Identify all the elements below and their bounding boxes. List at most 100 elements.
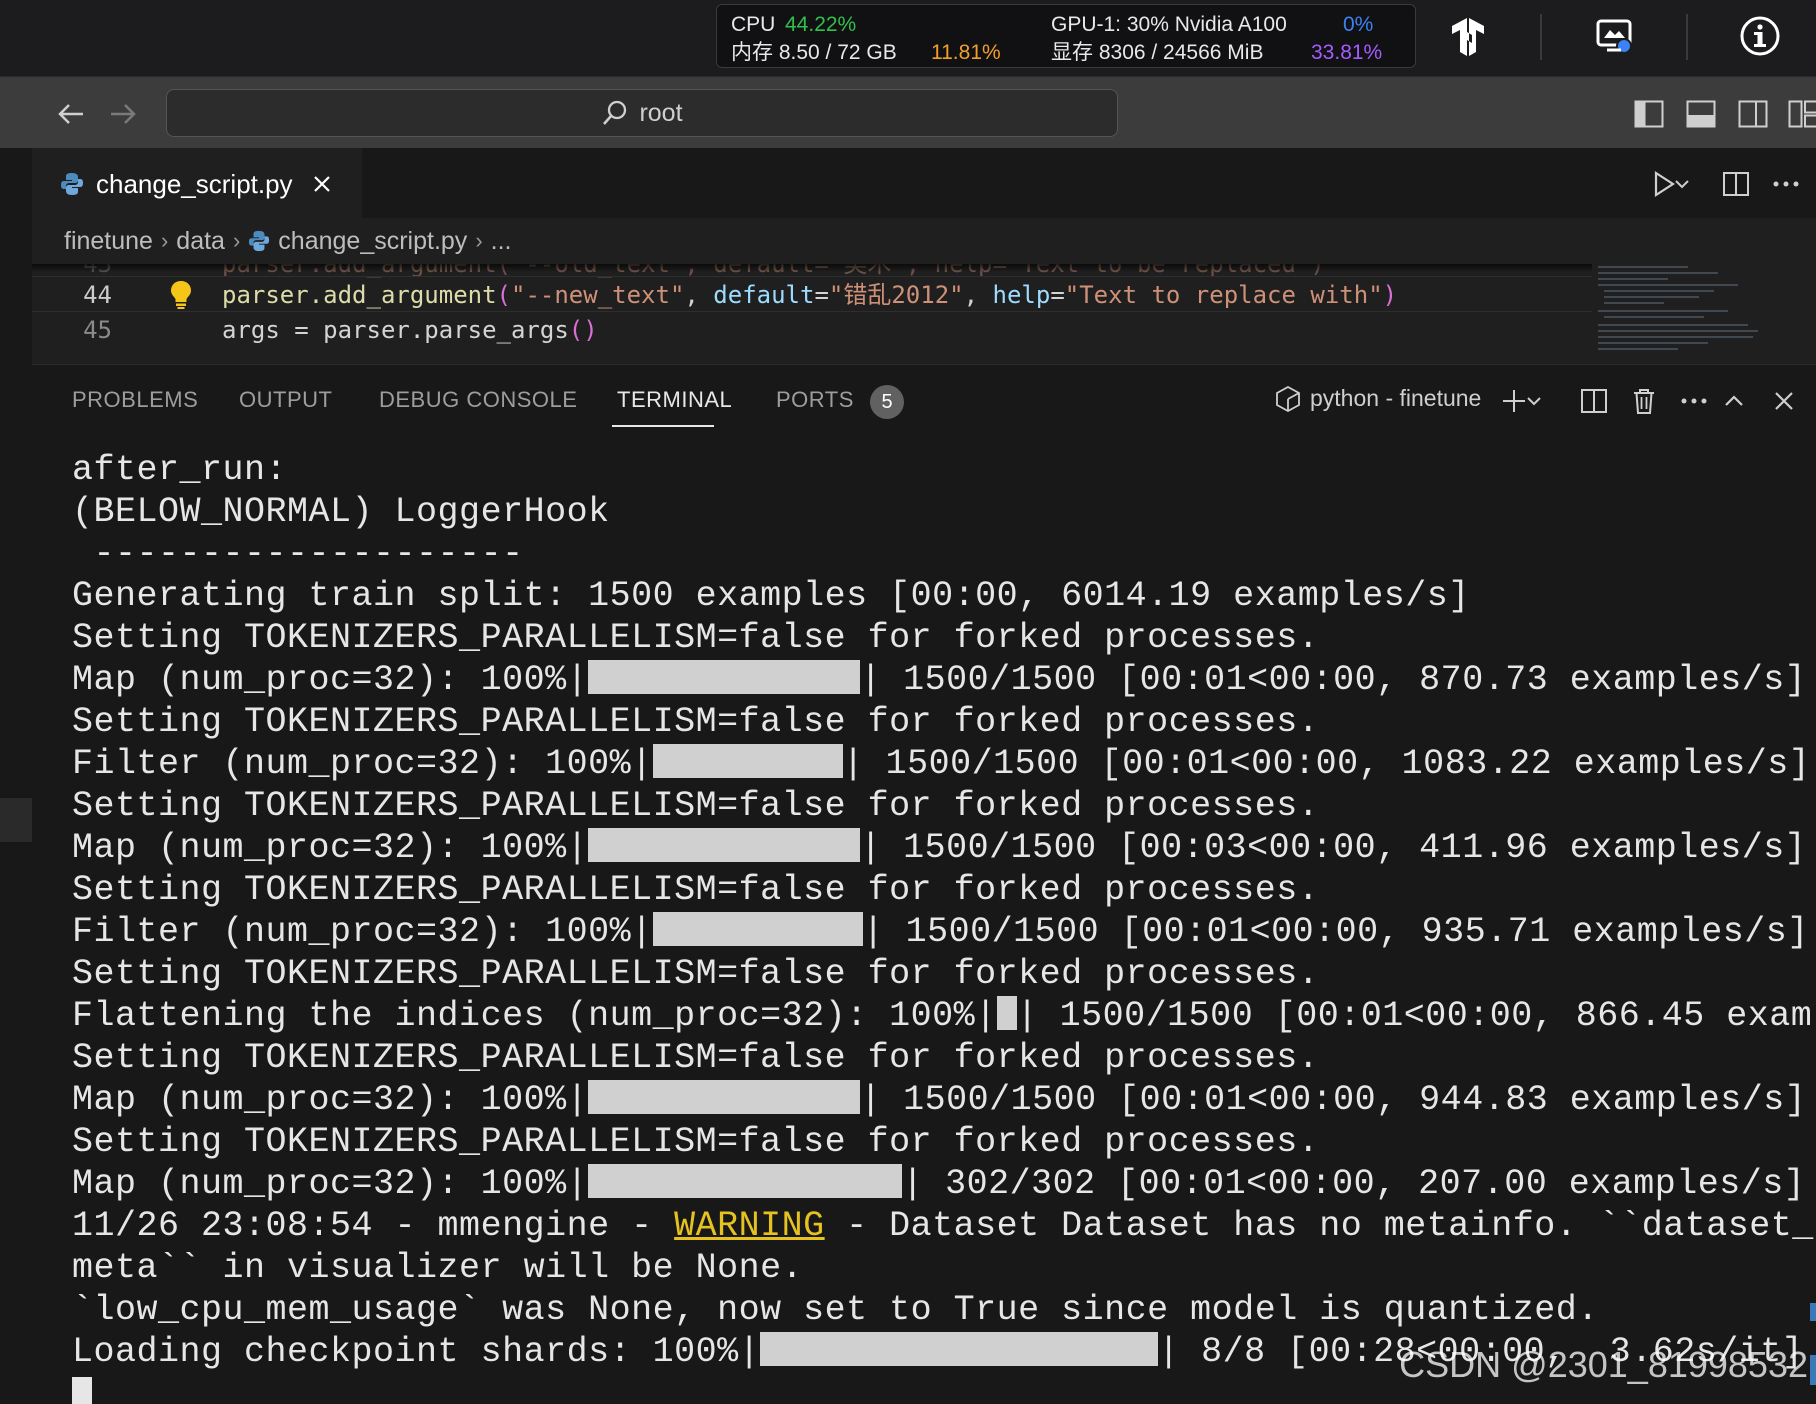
code-line-44: 44 parser.add_argument("--new_text", def… <box>32 276 1592 312</box>
terminal-selector[interactable]: python - finetune <box>1276 385 1481 412</box>
progress-line: Map (num_proc=32): 100%| | 1500/1500 [00:… <box>72 660 1807 700</box>
tab-terminal[interactable]: TERMINAL <box>617 387 732 413</box>
scrollbar-marker <box>1810 1303 1816 1321</box>
tab-ports[interactable]: PORTS <box>776 387 854 413</box>
menu-separator <box>1540 14 1542 60</box>
breadcrumb-item-symbols[interactable]: ... <box>491 227 512 256</box>
terminal-line: Setting TOKENIZERS_PARALLELISM=false for… <box>72 786 1320 826</box>
gpu-label: GPU-1: 30% Nvidia A100 <box>1051 13 1287 36</box>
minimap-line <box>1598 348 1678 350</box>
terminal-line: Setting TOKENIZERS_PARALLELISM=false for… <box>72 1122 1320 1162</box>
menu-separator <box>1686 14 1688 60</box>
terminal-line: Setting TOKENIZERS_PARALLELISM=false for… <box>72 1038 1320 1078</box>
panel-more-actions-icon[interactable] <box>1676 383 1712 419</box>
editor-scroll-shadow <box>32 264 1592 272</box>
close-panel-icon[interactable] <box>1766 383 1802 419</box>
back-arrow-icon[interactable] <box>54 97 88 131</box>
active-tab-indicator <box>612 425 714 427</box>
terminal-shell-icon <box>1276 385 1300 412</box>
minimap-line <box>1598 284 1738 286</box>
progress-bar <box>588 828 861 862</box>
maximize-panel-chevron-up-icon[interactable] <box>1716 383 1752 419</box>
progress-bar <box>652 912 863 946</box>
toggle-secondary-sidebar-icon[interactable] <box>1736 97 1770 131</box>
more-actions-icon[interactable] <box>1768 166 1804 202</box>
chevron-right-icon: › <box>232 228 241 253</box>
python-file-icon <box>249 230 270 252</box>
terminal-cursor <box>72 1377 92 1404</box>
progress-line: Filter (num_proc=32): 100%| | 1500/1500 [… <box>72 912 1809 952</box>
line-number: 45 <box>83 316 112 344</box>
tab-output[interactable]: OUTPUT <box>239 387 332 413</box>
sidebar-selection-hint <box>0 798 32 842</box>
toggle-panel-icon[interactable] <box>1684 97 1718 131</box>
breadcrumb-item-data[interactable]: data <box>176 227 225 256</box>
minimap-line <box>1598 310 1728 312</box>
panel-tab-bar: PROBLEMS OUTPUT DEBUG CONSOLE TERMINAL P… <box>32 365 1816 439</box>
progress-line: Map (num_proc=32): 100%| | 1500/1500 [00:… <box>72 1080 1807 1120</box>
warning-line: 11/26 23:08:54 - mmengine - WARNING - Da… <box>72 1206 1814 1246</box>
vram-value: 33.81% <box>1311 41 1383 64</box>
mem-value: 11.81% <box>931 41 1001 64</box>
code-line-45: 45 args = parser.parse_args() <box>32 312 1592 348</box>
progress-bar <box>588 1080 861 1114</box>
run-options-chevron-down-icon[interactable] <box>1670 166 1694 202</box>
tab-filename: change_script.py <box>96 168 293 199</box>
progress-line: Flattening the indices (num_proc=32): 10… <box>72 996 1813 1036</box>
minimap-line <box>1598 266 1688 268</box>
terminal-line: Generating train split: 1500 examples [0… <box>72 576 1470 616</box>
cpu-label: CPU <box>731 13 776 36</box>
minimap-line <box>1604 316 1704 318</box>
remote-desktop-icon[interactable] <box>1592 14 1636 58</box>
terminal-name: python - finetune <box>1310 385 1482 411</box>
customize-layout-icon[interactable] <box>1786 97 1816 131</box>
progress-line: Map (num_proc=32): 100%| | 1500/1500 [00:… <box>72 828 1807 868</box>
mem-label: 内存 8.50 / 72 GB <box>731 41 897 64</box>
info-icon[interactable] <box>1738 14 1782 58</box>
tab-change-script[interactable]: change_script.py <box>32 148 362 218</box>
minimap-line <box>1598 342 1708 344</box>
tab-debug-console[interactable]: DEBUG CONSOLE <box>379 387 577 413</box>
progress-bar <box>996 996 1017 1030</box>
title-bar: root <box>0 76 1816 148</box>
code-text: args = parser.parse_args() <box>222 316 598 344</box>
resource-monitor[interactable]: CPU 44.22% GPU-1: 30% Nvidia A100 0% 内存 … <box>716 4 1416 68</box>
minimap-line <box>1598 330 1758 332</box>
close-tab-icon[interactable] <box>311 173 333 195</box>
terminal-line: meta`` in visualizer will be None. <box>72 1248 804 1288</box>
terminal-line: Setting TOKENIZERS_PARALLELISM=false for… <box>72 870 1320 910</box>
trash-icon[interactable] <box>1626 383 1662 419</box>
minimap-line <box>1598 324 1748 326</box>
minimap-line <box>1604 290 1714 292</box>
chevron-right-icon: › <box>160 228 169 253</box>
tensorflow-icon[interactable] <box>1446 14 1490 58</box>
terminal-line: Setting TOKENIZERS_PARALLELISM=false for… <box>72 954 1320 994</box>
lightbulb-icon[interactable] <box>170 280 194 310</box>
code-text: parser.add_argument("--new_text", defaul… <box>222 281 1398 309</box>
terminal-output[interactable]: after_run: (BELOW_NORMAL) LoggerHook ---… <box>72 439 1816 1404</box>
activity-bar <box>0 148 32 1404</box>
breadcrumb-item-file[interactable]: change_script.py <box>278 227 467 256</box>
cpu-value: 44.22% <box>785 13 857 36</box>
breadcrumb: finetune › data › change_script.py › ... <box>32 218 1816 264</box>
progress-bar <box>760 1332 1159 1366</box>
minimap-line <box>1604 296 1699 298</box>
minimap-line <box>1598 336 1753 338</box>
ports-count-badge: 5 <box>870 385 904 419</box>
system-menu-bar: CPU 44.22% GPU-1: 30% Nvidia A100 0% 内存 … <box>0 0 1816 76</box>
progress-line: Map (num_proc=32): 100%| | 302/302 [00:01… <box>72 1164 1806 1204</box>
command-center-search[interactable]: root <box>166 89 1118 137</box>
forward-arrow-icon[interactable] <box>106 97 140 131</box>
chevron-right-icon: › <box>475 228 483 253</box>
warning-keyword: WARNING <box>674 1206 825 1246</box>
minimap[interactable] <box>1592 264 1816 364</box>
terminal-options-chevron-down-icon[interactable] <box>1522 383 1546 419</box>
terminal-line: (BELOW_NORMAL) LoggerHook <box>72 492 610 532</box>
breadcrumb-item-finetune[interactable]: finetune <box>64 227 153 256</box>
progress-line: Filter (num_proc=32): 100%| | 1500/1500 [… <box>72 744 1811 784</box>
split-terminal-icon[interactable] <box>1576 383 1612 419</box>
toggle-primary-sidebar-icon[interactable] <box>1632 97 1666 131</box>
split-editor-icon[interactable] <box>1718 166 1754 202</box>
code-editor[interactable]: 43 parser.add_argument("--old_text", def… <box>32 264 1816 364</box>
tab-problems[interactable]: PROBLEMS <box>72 387 198 413</box>
